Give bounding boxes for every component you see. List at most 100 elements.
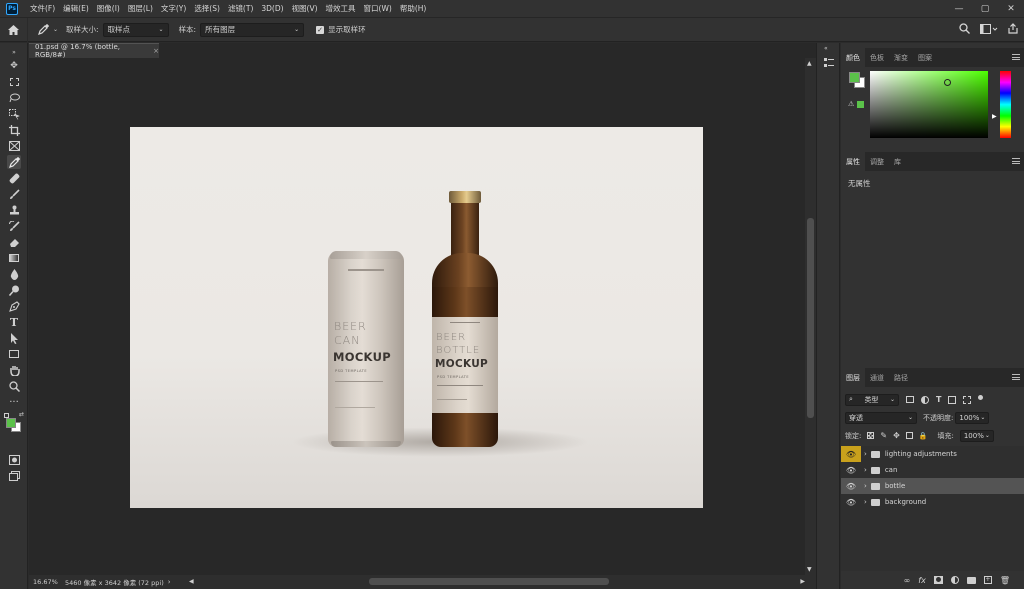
maximize-button[interactable]: ▢ [972,0,998,18]
more-tools-icon[interactable]: ··· [7,395,21,409]
lock-transparent-icon[interactable] [867,432,875,439]
eye-icon[interactable]: 👁 [841,494,861,510]
mask-icon[interactable] [933,576,943,584]
layer-filter-kind-select[interactable]: ⌕ 类型 ⌄ [845,393,899,406]
tab-gradients[interactable]: 渐变 [889,48,913,67]
healing-brush-tool-icon[interactable] [7,171,21,185]
scroll-up-icon[interactable]: ▲ [807,60,812,67]
history-panel-icon[interactable] [823,57,835,69]
workspace-icon[interactable] [980,23,998,34]
tab-layers[interactable]: 图层 [841,368,865,387]
zoom-tool-icon[interactable] [7,379,21,393]
layer-row-lighting-adjustments[interactable]: 👁 › lighting adjustments [841,446,1024,462]
lock-all-icon[interactable]: 🔒 [919,432,928,440]
menu-filter[interactable]: 滤镜(T) [224,3,257,14]
frame-tool-icon[interactable] [7,139,21,153]
menu-plugins[interactable]: 增效工具 [322,3,360,14]
hue-slider[interactable] [1000,71,1011,138]
tab-adjustments[interactable]: 调整 [865,152,889,171]
object-select-tool-icon[interactable] [7,107,21,121]
eraser-tool-icon[interactable] [7,235,21,249]
dodge-tool-icon[interactable] [7,283,21,297]
menu-view[interactable]: 视图(V) [288,3,322,14]
eye-icon[interactable]: 👁 [841,478,861,494]
crop-tool-icon[interactable] [7,123,21,137]
show-sampling-ring-checkbox[interactable]: ✓ [316,25,325,34]
document-tab[interactable]: 01.psd @ 16.7% (bottle, RGB/8#) × [29,43,159,59]
document-tab-close-icon[interactable]: × [153,47,159,55]
layer-row-background[interactable]: 👁 › background [841,494,1024,510]
layer-row-bottle[interactable]: 👁 › bottle [841,478,1024,494]
history-brush-tool-icon[interactable] [7,219,21,233]
rectangle-tool-icon[interactable] [7,347,21,361]
opacity-input[interactable]: 100% ⌄ [955,411,990,424]
eyedropper-preset-picker[interactable]: ⌄ [38,24,58,35]
filter-toggle-icon[interactable] [978,395,984,400]
expand-chevron-icon[interactable]: › [864,498,867,506]
expand-chevron-icon[interactable]: › [864,466,867,474]
scroll-down-icon[interactable]: ▼ [807,566,812,573]
new-layer-icon[interactable]: + [983,576,992,584]
panel-foreground-swatch[interactable] [849,72,860,83]
status-expand-icon[interactable]: › [168,578,171,586]
menu-type[interactable]: 文字(Y) [157,3,190,14]
lasso-tool-icon[interactable] [7,91,21,105]
quick-mask-icon[interactable] [7,453,21,467]
properties-panel-menu-icon[interactable] [1012,158,1020,166]
blur-tool-icon[interactable] [7,267,21,281]
fx-icon[interactable]: fx [918,576,926,585]
color-swatches[interactable]: ⇄ [4,411,24,435]
web-color-swatch[interactable] [857,101,864,108]
adjustment-icon[interactable] [950,576,959,584]
brush-tool-icon[interactable] [7,187,21,201]
lock-position-icon[interactable]: ✥ [893,431,900,440]
expand-chevron-icon[interactable]: › [864,482,867,490]
collapse-dock-icon[interactable]: « [824,45,828,52]
filter-pixel-icon[interactable] [906,396,914,403]
gradient-tool-icon[interactable] [7,251,21,265]
horizontal-scroll-thumb[interactable] [369,578,609,585]
move-tool-icon[interactable]: ✥ [7,59,21,73]
type-tool-icon[interactable]: T [7,315,21,329]
color-panel-menu-icon[interactable] [1012,54,1020,62]
layer-row-can[interactable]: 👁 › can [841,462,1024,478]
minimize-button[interactable]: — [946,0,972,18]
blend-mode-select[interactable]: 穿透 ⌄ [845,411,917,424]
tab-patterns[interactable]: 图案 [913,48,937,67]
share-icon[interactable] [1008,23,1018,34]
scroll-right-icon[interactable]: ▶ [800,578,805,585]
group-icon[interactable] [966,576,976,584]
menu-3d[interactable]: 3D(D) [257,4,287,13]
gamut-warning-icon[interactable]: ⚠ [848,100,854,108]
tab-channels[interactable]: 通道 [865,368,889,387]
tab-paths[interactable]: 路径 [889,368,913,387]
menu-edit[interactable]: 编辑(E) [59,3,93,14]
tab-color[interactable]: 颜色 [841,48,865,67]
collapse-tools-icon[interactable]: » [7,45,21,59]
filter-type-icon[interactable]: T [936,395,941,404]
marquee-tool-icon[interactable] [7,75,21,89]
menu-select[interactable]: 选择(S) [190,3,224,14]
layers-panel-menu-icon[interactable] [1012,374,1020,382]
close-button[interactable]: ✕ [998,0,1024,18]
expand-chevron-icon[interactable]: › [864,450,867,458]
foreground-color-swatch[interactable] [6,418,16,428]
clone-stamp-tool-icon[interactable] [7,203,21,217]
filter-shape-icon[interactable] [948,395,957,404]
color-picker-cursor[interactable] [944,79,951,86]
menu-layer[interactable]: 图层(L) [124,3,157,14]
pen-tool-icon[interactable] [7,299,21,313]
eye-icon[interactable]: 👁 [841,446,861,462]
eyedropper-tool-icon[interactable] [7,155,21,169]
hand-tool-icon[interactable] [7,363,21,377]
link-icon[interactable]: ∞ [904,576,911,585]
vertical-scroll-thumb[interactable] [807,218,814,418]
eye-icon[interactable]: 👁 [841,462,861,478]
scroll-left-icon[interactable]: ◀ [189,578,194,585]
search-icon[interactable] [959,23,970,34]
filter-adjustment-icon[interactable] [921,395,929,404]
path-select-tool-icon[interactable] [7,331,21,345]
zoom-level[interactable]: 16.67% [33,578,61,586]
lock-artboard-icon[interactable] [905,432,913,439]
menu-file[interactable]: 文件(F) [26,3,59,14]
